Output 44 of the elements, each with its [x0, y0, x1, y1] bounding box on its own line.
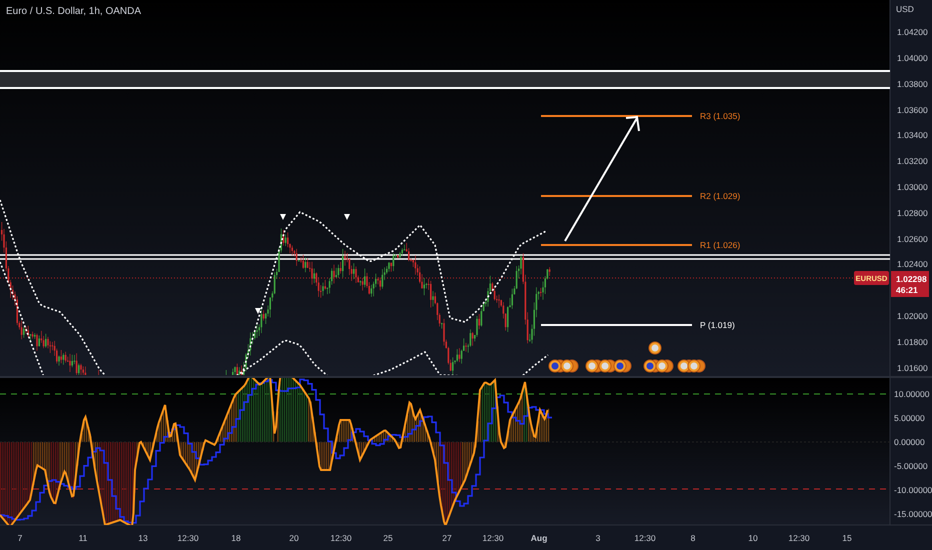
price-axis-label: 1.03200: [897, 156, 928, 166]
time-axis-label: 12:30: [634, 533, 656, 543]
time-axis-label: 12:30: [482, 533, 504, 543]
countdown-label: 46:21: [896, 285, 918, 295]
time-axis-label: 13: [138, 533, 148, 543]
price-axis-label: 1.03600: [897, 105, 928, 115]
pivot-label: R1 (1.026): [700, 240, 740, 250]
time-axis-label: 8: [690, 533, 696, 543]
time-axis-label: 20: [289, 533, 299, 543]
time-axis-label: 18: [231, 533, 241, 543]
chart-title: Euro / U.S. Dollar, 1h, OANDA: [6, 6, 142, 17]
time-axis-label: 15: [842, 533, 852, 543]
price-axis-label: 1.02000: [897, 311, 928, 321]
pivot-label: P (1.019): [700, 320, 735, 330]
price-axis-label: 1.01600: [897, 363, 928, 373]
time-axis-label: 12:30: [330, 533, 352, 543]
oscillator-axis-label: -5.00000: [894, 461, 928, 471]
oscillator-axis-label: 10.00000: [894, 389, 930, 399]
currency-label: USD: [896, 4, 914, 14]
pivot-label: R2 (1.029): [700, 191, 740, 201]
oscillator-axis-label: -15.00000: [894, 509, 932, 519]
time-axis-label: 10: [748, 533, 758, 543]
price-axis-label: 1.03400: [897, 130, 928, 140]
price-axis-label: 1.04200: [897, 27, 928, 37]
last-price-label: 1.02298: [896, 274, 927, 284]
price-axis-label: 1.02400: [897, 259, 928, 269]
time-axis-label: 12:30: [177, 533, 199, 543]
time-axis-label: 25: [383, 533, 393, 543]
price-axis-label: 1.02800: [897, 208, 928, 218]
price-axis-label: 1.03000: [897, 182, 928, 192]
oscillator-axis-label: -10.00000: [894, 485, 932, 495]
price-axis-label: 1.04000: [897, 53, 928, 63]
time-axis-label: 27: [442, 533, 452, 543]
time-axis-label: 12:30: [788, 533, 810, 543]
price-axis-label: 1.01800: [897, 337, 928, 347]
price-axis-label: 1.02600: [897, 234, 928, 244]
pivot-label: R3 (1.035): [700, 111, 740, 121]
time-axis-label: Aug: [530, 533, 548, 543]
price-axis-label: 1.03800: [897, 79, 928, 89]
time-axis-label: 3: [596, 533, 600, 543]
time-axis-label: 7: [18, 533, 22, 543]
time-axis-label: 11: [78, 533, 88, 543]
oscillator-axis-label: 0.00000: [894, 437, 925, 447]
oscillator-axis-label: 5.00000: [894, 413, 925, 423]
